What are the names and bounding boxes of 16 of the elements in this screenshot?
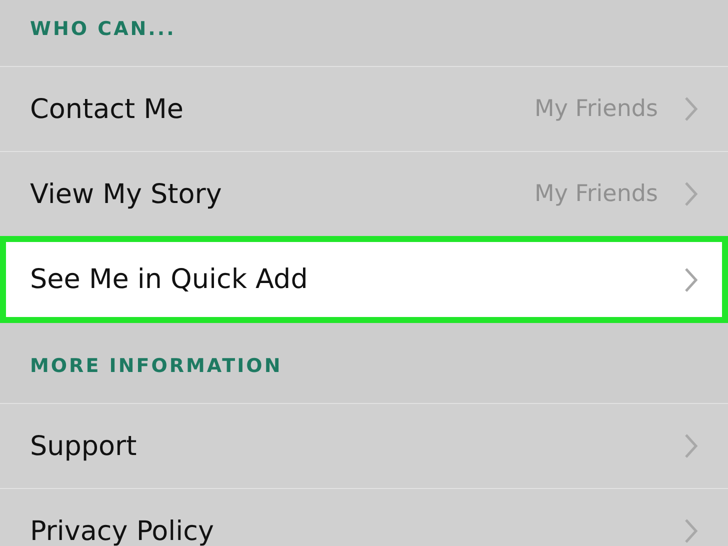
row-label: See Me in Quick Add xyxy=(30,264,309,295)
row-label: Privacy Policy xyxy=(30,516,216,546)
row-value: My Friends xyxy=(534,181,658,207)
settings-row[interactable]: Privacy Policy xyxy=(0,488,728,546)
row-label: View My Story xyxy=(30,178,223,210)
row-label: Support xyxy=(30,430,138,462)
section-header: MORE INFORMATION xyxy=(30,355,282,377)
row-value: My Friends xyxy=(534,96,658,122)
chevron-icon xyxy=(684,266,698,292)
chevron-icon xyxy=(684,181,698,207)
settings-row[interactable]: See Me in Quick Add xyxy=(0,236,728,323)
row-label: Contact Me xyxy=(30,94,185,124)
chevron-icon xyxy=(684,433,698,459)
section-header: WHO CAN... xyxy=(30,18,176,40)
chevron-icon xyxy=(684,518,698,544)
chevron-icon xyxy=(684,96,698,122)
